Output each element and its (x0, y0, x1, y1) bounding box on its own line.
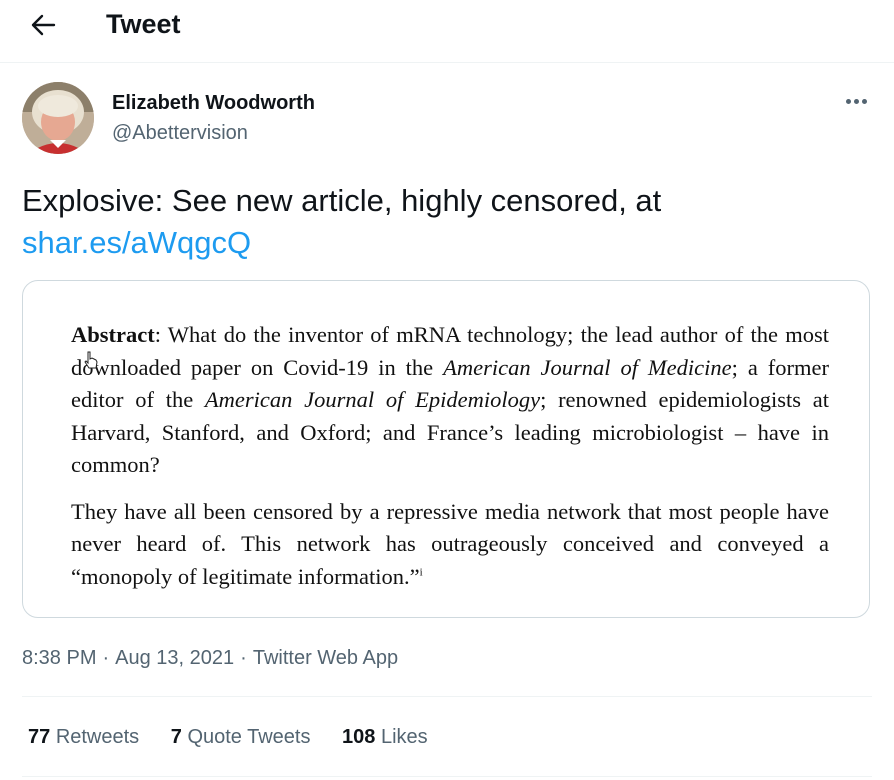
divider (22, 776, 872, 777)
tweet-source[interactable]: Twitter Web App (253, 647, 398, 669)
page-title: Tweet (106, 9, 181, 39)
more-dot-icon (846, 99, 851, 104)
avatar-image (22, 82, 94, 154)
abstract-text-p2: They have all been censored by a repress… (71, 498, 829, 589)
author-handle[interactable]: @Abettervision (112, 120, 248, 146)
more-dot-icon (862, 99, 867, 104)
back-button[interactable] (26, 8, 60, 42)
abstract-label: Abstract (71, 322, 155, 347)
arrow-left-icon (31, 14, 56, 36)
retweets-count: 77 (28, 726, 51, 748)
header-bar: Tweet (0, 0, 894, 63)
divider (22, 696, 872, 697)
tweet-link[interactable]: shar.es/aWqgcQ (22, 225, 251, 260)
quote-tweets-stat[interactable]: 7 Quote Tweets (171, 722, 311, 752)
abstract-paragraph-1: Abstract: What do the inventor of mRNA t… (71, 319, 829, 482)
abstract-text: Abstract: What do the inventor of mRNA t… (71, 319, 829, 607)
separator-dot: · (240, 647, 247, 669)
media-image[interactable]: Abstract: What do the inventor of mRNA t… (22, 280, 870, 618)
journal-name: American Journal of Medicine (443, 354, 732, 380)
footnote-marker: i (419, 566, 423, 578)
journal-name: American Journal of Epidemiology (204, 387, 541, 412)
likes-label: Likes (380, 726, 428, 748)
author-name[interactable]: Elizabeth Woodworth (112, 90, 315, 116)
tweet-text: Explosive: See new article, highly censo… (22, 180, 862, 264)
tweet-body: Explosive: See new article, highly censo… (22, 183, 662, 218)
quote-tweets-count: 7 (170, 726, 182, 748)
tweet-meta: 8:38 PM · Aug 13, 2021 · Twitter Web App (22, 644, 398, 672)
quote-tweets-label: Quote Tweets (187, 726, 311, 748)
tweet-page: Tweet Elizabeth Woodworth @Abettervision… (0, 0, 894, 780)
tweet-time[interactable]: 8:38 PM (22, 647, 96, 669)
tweet-stats: 77 Retweets 7 Quote Tweets 108 Likes (28, 722, 454, 752)
retweets-label: Retweets (55, 726, 140, 748)
more-options-button[interactable] (838, 86, 876, 118)
tweet-date[interactable]: Aug 13, 2021 (115, 647, 234, 669)
hand-cursor-icon (84, 351, 98, 369)
likes-stat[interactable]: 108 Likes (342, 722, 428, 752)
more-dot-icon (854, 99, 859, 104)
abstract-paragraph-2: They have all been censored by a repress… (71, 496, 829, 594)
retweets-stat[interactable]: 77 Retweets (28, 722, 139, 752)
separator-dot: · (102, 647, 110, 669)
avatar[interactable] (22, 82, 94, 154)
likes-count: 108 (342, 726, 376, 748)
